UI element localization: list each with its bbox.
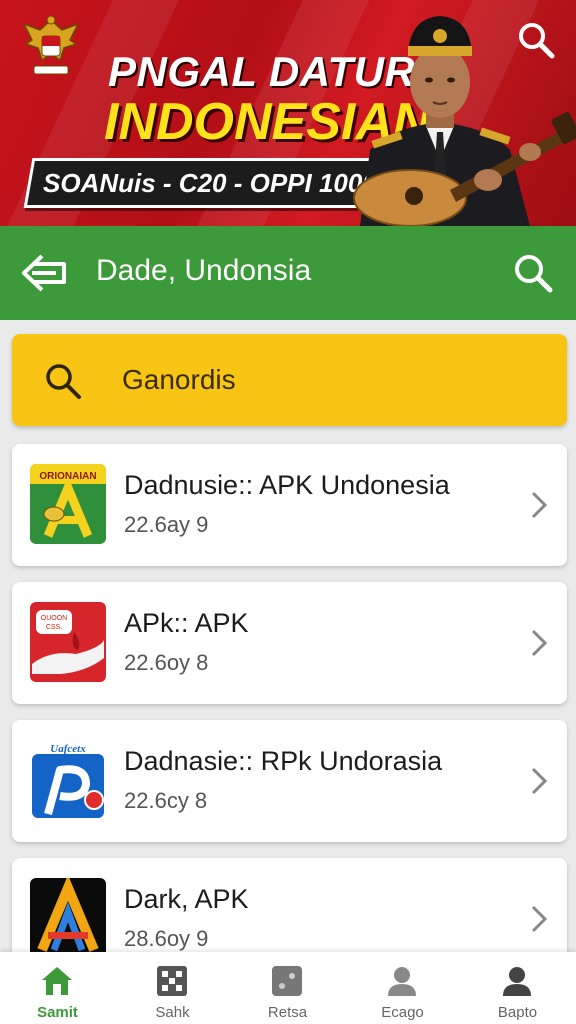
nav-label: Sahk — [155, 1004, 190, 1021]
page-title: Dade, Undonsia — [96, 254, 312, 287]
black-a-app-icon — [30, 878, 106, 958]
back-arrow-icon[interactable] — [20, 252, 68, 294]
nav-label: Bapto — [497, 1004, 538, 1021]
promo-banner[interactable]: PNGAL DATUR INDONESIAN SOANuis - C20 - O… — [0, 0, 576, 226]
profile-icon — [388, 967, 416, 996]
nav-label: Retsa — [267, 1004, 308, 1021]
chevron-right-icon — [531, 905, 548, 933]
garuda-emblem-icon — [22, 15, 80, 75]
nav-item-bapto[interactable]: Bapto — [460, 952, 575, 1024]
nav-label: Ecago — [381, 1004, 424, 1021]
blue-p-app-icon: Uafcetx — [30, 740, 106, 820]
account-icon — [503, 967, 531, 996]
app-meta: 22.6ay 9 — [124, 512, 209, 537]
nav-item-samit[interactable]: Samit — [0, 952, 115, 1024]
search-field-icon — [46, 364, 81, 399]
musician-photo — [353, 16, 576, 226]
app-name: APk:: APK — [124, 608, 249, 638]
nav-item-retsa[interactable]: Retsa — [230, 952, 345, 1024]
chevron-right-icon — [531, 767, 548, 795]
search-icon[interactable] — [512, 252, 554, 294]
search-field[interactable]: Ganordis — [12, 334, 567, 426]
nav-item-sahk[interactable]: Sahk — [115, 952, 230, 1024]
green-a-app-icon: ORIONAIAN — [30, 464, 106, 544]
svg-text:OUOON: OUOON — [41, 615, 67, 622]
list-item[interactable]: OUOON CSS. APk:: APK 22.6oy 8 — [12, 582, 567, 704]
app-meta: 28.6oy 9 — [124, 926, 209, 951]
list-item[interactable]: Uafcetx Dadnasie:: RPk Undorasia 22.6cy … — [12, 720, 567, 842]
svg-text:Uafcetx: Uafcetx — [50, 743, 86, 755]
app-name: Dark, APK — [124, 884, 249, 914]
app-name: Dadnasie:: RPk Undorasia — [124, 746, 443, 776]
home-icon — [42, 967, 72, 995]
nav-item-ecago[interactable]: Ecago — [345, 952, 460, 1024]
chevron-right-icon — [531, 629, 548, 657]
list-item[interactable]: ORIONAIAN Dadnusie:: APK Undonesia 22.6a… — [12, 444, 567, 566]
top-app-bar: Dade, Undonsia — [0, 226, 576, 320]
red-hand-app-icon: OUOON CSS. — [30, 602, 106, 682]
chevron-right-icon — [531, 491, 548, 519]
app-meta: 22.6oy 8 — [124, 650, 209, 675]
app-name: Dadnusie:: APK Undonesia — [124, 470, 450, 500]
svg-text:CSS.: CSS. — [46, 624, 62, 631]
search-input[interactable]: Ganordis — [122, 364, 236, 396]
grid-icon — [157, 966, 187, 996]
app-meta: 22.6cy 8 — [124, 788, 208, 813]
bottom-navigation: Samit Sahk Retsa Ecago Bapto — [0, 952, 576, 1024]
nav-label: Samit — [37, 1004, 78, 1021]
box-icon — [272, 966, 302, 996]
